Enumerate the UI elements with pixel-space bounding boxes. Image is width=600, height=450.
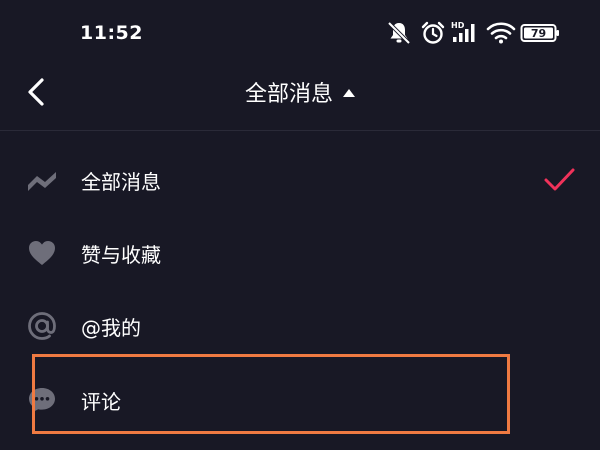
caret-up-icon (343, 89, 355, 97)
check-icon (544, 168, 575, 191)
menu-item-likes-favorites[interactable]: 赞与收藏 (0, 217, 600, 289)
menu-item-comments[interactable]: 评论 (0, 364, 600, 436)
bell-muted-icon (387, 21, 411, 45)
battery-level: 79 (531, 27, 546, 40)
status-time: 11:52 (80, 22, 143, 44)
menu-item-label: 评论 (81, 390, 121, 414)
menu-item-all-messages[interactable]: 全部消息 (0, 144, 600, 216)
comment-icon (29, 388, 55, 412)
menu-item-label: 全部消息 (81, 170, 161, 194)
hd-badge: HD (451, 21, 465, 30)
menu-item-label: @我的 (81, 316, 141, 340)
alarm-icon (421, 21, 445, 44)
status-bar: 11:52 HD 79 (0, 0, 600, 64)
page-title: 全部消息 (244, 82, 333, 107)
title-dropdown[interactable]: 全部消息 (0, 76, 600, 108)
battery-icon: 79 (520, 24, 559, 42)
at-icon (28, 312, 56, 340)
wifi-icon (486, 22, 516, 44)
menu-item-mentions[interactable]: @我的 (0, 290, 600, 362)
nav-bar: 全部消息 (0, 64, 600, 131)
menu-item-label: 赞与收藏 (81, 243, 161, 267)
wave-icon (28, 172, 56, 191)
heart-icon (29, 241, 55, 265)
signal-icon: HD (451, 21, 475, 42)
